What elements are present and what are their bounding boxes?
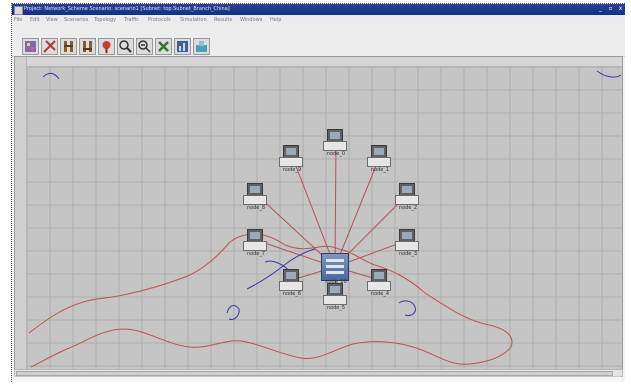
workstation-node-8[interactable]: node_8 [241,183,271,215]
workstation-node-5[interactable]: node_5 [321,283,351,315]
fail-node-icon [83,41,92,52]
workstation-base [395,241,419,251]
menu-help[interactable]: Help [270,15,281,25]
status-bar [14,376,621,382]
zoom-in-icon [119,40,132,53]
node-label: node_0 [326,151,346,157]
menu-traffic[interactable]: Traffic [124,15,139,25]
toolbar [12,25,625,57]
workstation-node-0[interactable]: node_0 [321,129,351,161]
workstation-node-6[interactable]: node_6 [277,269,307,301]
minimize-button[interactable]: _ [596,5,605,13]
workstation-node-9[interactable]: node_9 [277,145,307,177]
menu-bar: File Edit View Scenarios Topology Traffi… [12,15,625,25]
project-workspace[interactable]: node_10 node_0 node_1 node_2 node_3 node… [14,56,623,371]
configure-links-icon [43,40,56,53]
recover-node-icon [102,41,111,53]
menu-edit[interactable]: Edit [30,15,40,25]
app-window: Project: Network_Scheme Scenario: scenar… [11,3,625,382]
menu-file[interactable]: File [14,15,22,25]
verify-links-icon [64,41,73,52]
node-label: node_4 [370,291,390,297]
menu-scenarios[interactable]: Scenarios [64,15,88,25]
workstation-node-1[interactable]: node_1 [365,145,395,177]
recover-node-button[interactable] [98,38,115,55]
menu-protocols[interactable]: Protocols [148,15,171,25]
workstation-base [367,281,391,291]
server-icon [321,253,349,281]
workstation-base [367,157,391,167]
menu-view[interactable]: View [46,15,58,25]
workstation-node-2[interactable]: node_2 [393,183,423,215]
zoom-out-icon [138,40,151,53]
menu-results[interactable]: Results [214,15,232,25]
workstation-node-3[interactable]: node_3 [393,229,423,261]
workstation-base [395,195,419,205]
workstation-base [323,141,347,151]
close-button[interactable]: x [616,5,625,13]
node-label: node_7 [246,251,266,257]
workspace-grid [15,57,622,370]
hide-graphs-icon [196,41,207,52]
workstation-base [243,195,267,205]
node-label: node_2 [398,205,418,211]
workstation-base [279,157,303,167]
node-label: node_5 [326,305,346,311]
app-icon [14,6,23,15]
open-palette-button[interactable] [22,38,39,55]
configure-sim-icon [158,41,169,52]
open-palette-icon [25,41,36,52]
left-ruler [15,57,27,370]
workstation-node-7[interactable]: node_7 [241,229,271,261]
node-label: node_9 [282,167,302,173]
menu-simulation[interactable]: Simulation [180,15,207,25]
window-title: Project: Network_Scheme Scenario: scenar… [24,6,230,12]
hide-graphs-button[interactable] [193,38,210,55]
workstation-base [323,295,347,305]
menu-topology[interactable]: Topology [94,15,116,25]
title-bar: Project: Network_Scheme Scenario: scenar… [12,4,625,15]
central-server-node[interactable]: node_10 [321,253,351,286]
node-label: node_8 [246,205,266,211]
node-label: node_3 [398,251,418,257]
fail-node-button[interactable] [79,38,96,55]
top-ruler [15,57,622,67]
node-label: node_1 [370,167,390,173]
view-results-icon [177,41,188,52]
zoom-in-button[interactable] [117,38,134,55]
workstation-base [279,281,303,291]
maximize-button[interactable]: ▫ [606,5,615,13]
menu-windows[interactable]: Windows [240,15,262,25]
workstation-node-4[interactable]: node_4 [365,269,395,301]
node-label: node_6 [282,291,302,297]
view-results-button[interactable] [174,38,191,55]
verify-links-button[interactable] [60,38,77,55]
zoom-out-button[interactable] [136,38,153,55]
workspace-canvas [15,57,622,370]
workstation-base [243,241,267,251]
configure-sim-button[interactable] [155,38,172,55]
configure-links-button[interactable] [41,38,58,55]
